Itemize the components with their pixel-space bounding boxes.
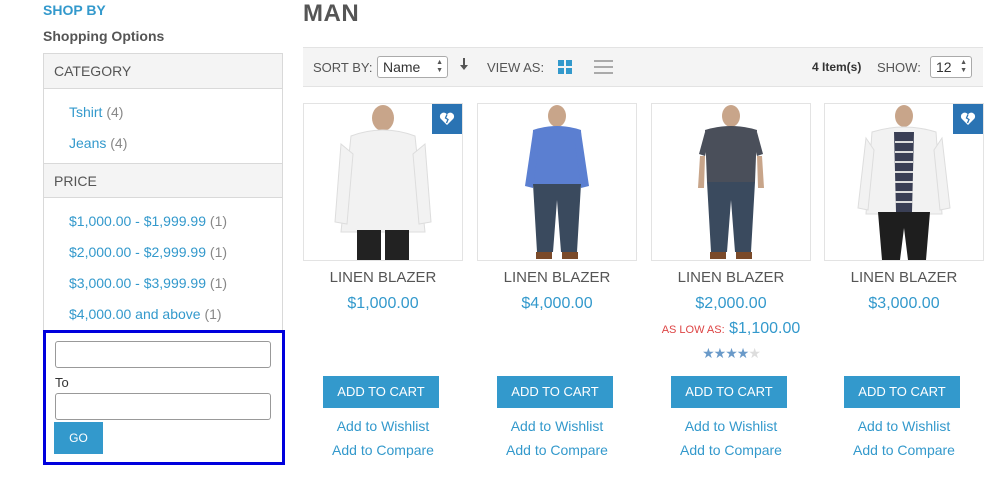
product-photo-grey-tshirt-jeans (698, 105, 764, 259)
product-name[interactable]: LINEN BLAZER (477, 267, 637, 289)
select-arrows-icon: ▲ ▼ (960, 59, 967, 74)
shopping-options-heading: Shopping Options (43, 28, 165, 44)
add-to-cart-button[interactable]: ADD TO CART (497, 376, 613, 408)
page-title: MAN (303, 0, 360, 27)
product-price: $2,000.00 (695, 295, 767, 312)
product-price: $4,000.00 (521, 295, 593, 312)
filter-link[interactable]: $3,000.00 - $3,999.99 (69, 275, 206, 291)
shop-by-heading: SHOP BY (43, 2, 106, 18)
add-to-wishlist-link[interactable]: Add to Wishlist (824, 418, 984, 434)
as-low-as-price: AS LOW AS: $1,100.00 (651, 320, 811, 340)
sort-by-select[interactable]: Name ▲ ▼ (377, 56, 448, 78)
select-arrows-icon: ▲ ▼ (436, 59, 443, 74)
filter-item: $1,000.00 - $1,999.99 (1) (69, 206, 282, 237)
star-icon: ★ (702, 345, 715, 361)
product-card: LINEN BLAZER $4,000.00 ADD TO CART Add t… (477, 103, 637, 458)
product-card: LINEN BLAZER $3,000.00 ADD TO CART Add t… (824, 103, 984, 458)
broken-heart-icon[interactable] (432, 104, 462, 134)
as-low-as-label: AS LOW AS: (661, 324, 725, 336)
category-filter-list: Tshirt (4) Jeans (4) (44, 89, 282, 163)
add-to-wishlist-link[interactable]: Add to Wishlist (303, 418, 463, 434)
star-icon: ★ (748, 345, 761, 361)
go-button[interactable]: GO (54, 422, 103, 454)
add-to-compare-link[interactable]: Add to Compare (824, 442, 984, 458)
filter-count: (1) (209, 213, 228, 229)
add-to-cart-button[interactable]: ADD TO CART (671, 376, 787, 408)
price-to-input[interactable] (55, 393, 271, 420)
view-as-label: VIEW AS: (487, 60, 545, 75)
filter-count: (1) (204, 306, 222, 322)
add-to-cart-button[interactable]: ADD TO CART (323, 376, 439, 408)
product-name[interactable]: LINEN BLAZER (824, 267, 984, 289)
filter-item: $2,000.00 - $2,999.99 (1) (69, 237, 282, 268)
star-icon: ★ (713, 345, 727, 361)
filter-link[interactable]: $4,000.00 and above (69, 306, 201, 322)
add-to-compare-link[interactable]: Add to Compare (651, 442, 811, 458)
price-from-input[interactable] (55, 341, 271, 368)
product-photo-white-blazer-striped (857, 105, 951, 260)
product-name[interactable]: LINEN BLAZER (303, 267, 463, 289)
add-to-wishlist-link[interactable]: Add to Wishlist (651, 418, 811, 434)
items-count: 4 Item(s) (812, 60, 862, 74)
filter-link[interactable]: Jeans (69, 135, 106, 151)
broken-heart-icon[interactable] (953, 104, 983, 134)
list-icon[interactable] (594, 59, 613, 75)
rating-stars[interactable]: ★★★★★ (651, 345, 811, 361)
filter-count: (1) (209, 244, 228, 260)
product-image[interactable] (477, 103, 637, 261)
product-image[interactable] (651, 103, 811, 261)
add-to-cart-button[interactable]: ADD TO CART (844, 376, 960, 408)
star-icon: ★ (725, 345, 738, 361)
show-label: SHOW: (877, 60, 921, 75)
product-price: $3,000.00 (868, 295, 940, 312)
category-filter-title[interactable]: CATEGORY (44, 54, 282, 89)
price-filter-title[interactable]: PRICE (44, 163, 282, 198)
filter-item: $3,000.00 - $3,999.99 (1) (69, 268, 282, 299)
product-name[interactable]: LINEN BLAZER (651, 267, 811, 289)
filter-item: $4,000.00 and above (1) (69, 299, 282, 330)
sort-by-value: Name (383, 59, 421, 75)
add-to-compare-link[interactable]: Add to Compare (303, 442, 463, 458)
filter-link[interactable]: $2,000.00 - $2,999.99 (69, 244, 206, 260)
filter-count: (1) (209, 275, 228, 291)
filter-item: Jeans (4) (69, 128, 282, 159)
toolbar: SORT BY: Name ▲ ▼ VIEW AS: 4 Item(s) SHOW… (303, 47, 983, 87)
filter-link[interactable]: Tshirt (69, 104, 102, 120)
as-low-as-value: $1,100.00 (729, 320, 801, 337)
product-card: LINEN BLAZER $2,000.00 AS LOW AS: $1,100… (651, 103, 811, 458)
product-image[interactable] (303, 103, 463, 261)
price-to-label: To (55, 375, 69, 390)
arrow-down-icon[interactable] (459, 57, 469, 74)
half-star-icon: ★ (736, 345, 750, 361)
filter-link[interactable]: $1,000.00 - $1,999.99 (69, 213, 206, 229)
product-image[interactable] (824, 103, 984, 261)
sort-by-label: SORT BY: (313, 60, 373, 75)
add-to-compare-link[interactable]: Add to Compare (477, 442, 637, 458)
product-photo-back-white-blazer (334, 105, 432, 260)
filter-count: (4) (106, 104, 124, 120)
price-filter-list: $1,000.00 - $1,999.99 (1) $2,000.00 - $2… (44, 198, 282, 334)
grid-icon[interactable] (558, 60, 572, 74)
product-price: $1,000.00 (347, 295, 419, 312)
add-to-wishlist-link[interactable]: Add to Wishlist (477, 418, 637, 434)
product-card: LINEN BLAZER $1,000.00 ADD TO CART Add t… (303, 103, 463, 458)
filter-item: Tshirt (4) (69, 97, 282, 128)
show-limit-select[interactable]: 12 ▲ ▼ (930, 56, 972, 78)
show-limit-value: 12 (936, 59, 952, 75)
product-photo-blue-shirt-jeans (525, 105, 589, 259)
price-range-form: To GO (43, 330, 285, 465)
filter-count: (4) (110, 135, 128, 151)
